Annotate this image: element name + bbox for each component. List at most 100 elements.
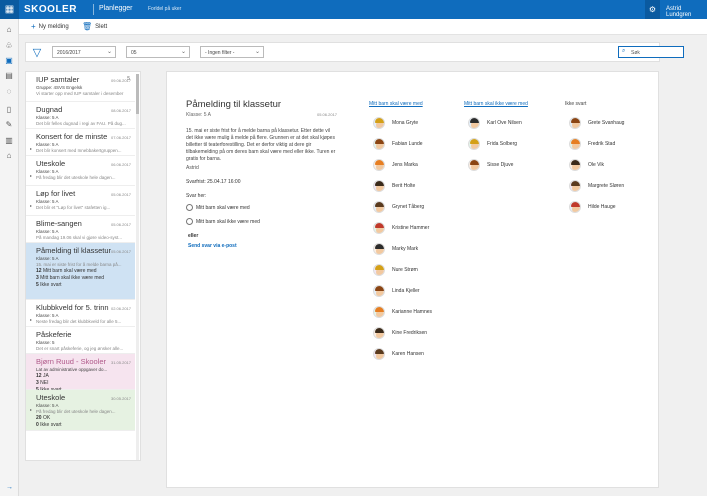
app-launcher-icon[interactable]: ▦ bbox=[0, 0, 19, 19]
filter-bar: ▽ 2016/2017 ⌄ 05 ⌄ - Ingen filter - ⌄ ⌕ … bbox=[25, 42, 684, 62]
book-icon[interactable]: ▯ bbox=[3, 103, 15, 115]
send-email-link[interactable]: Send svar via e-post bbox=[188, 243, 237, 249]
chevron-down-icon: ⌄ bbox=[180, 49, 186, 55]
filter-icon[interactable]: ▽ bbox=[30, 45, 44, 59]
option-no-radio[interactable]: Mitt barn skal ikke være med bbox=[186, 218, 260, 225]
plus-icon: + bbox=[31, 22, 36, 31]
avatar-icon bbox=[569, 117, 581, 129]
radio-circle[interactable] bbox=[186, 204, 193, 211]
expand-arrow-icon[interactable]: ▸ bbox=[30, 407, 32, 412]
reply-here-label: Svar her: bbox=[186, 193, 207, 199]
list-item-preview: Det blir et "Løp for livet" stafetten ig… bbox=[36, 205, 111, 210]
student-name: Hilde Hauge bbox=[588, 204, 616, 210]
calendar-icon[interactable]: ▤ bbox=[3, 69, 15, 81]
trash-icon: 🗑 bbox=[82, 22, 93, 31]
expand-arrow-icon[interactable]: ▸ bbox=[30, 317, 32, 322]
student-name: Fabian Lunde bbox=[392, 141, 423, 147]
student-entry: Kristine Hammer bbox=[373, 222, 429, 234]
student-name: Karen Hansen bbox=[392, 351, 424, 357]
student-entry: Nure Strøm bbox=[373, 264, 418, 276]
list-item-meta: Klasse: 5 A bbox=[36, 256, 59, 261]
avatar-icon bbox=[373, 285, 385, 297]
messages-icon[interactable]: ▣ bbox=[3, 54, 15, 66]
left-nav: ⌂ ♧ ▣ ▤ ◌ ▯ ✎ ▥ ⌂ bbox=[0, 19, 19, 496]
avatar-icon bbox=[373, 201, 385, 213]
chevron-down-icon: ⌄ bbox=[254, 49, 260, 55]
list-item[interactable]: Uteskole 30.05.2017 ▸ Klasse: 5 A På fredag … bbox=[26, 390, 135, 431]
student-entry: Sisse Djuve bbox=[468, 159, 513, 171]
scrollbar[interactable] bbox=[136, 74, 139, 460]
ruler-icon[interactable]: ✎ bbox=[3, 118, 15, 130]
list-item-meta: Klasse: 5 A bbox=[36, 403, 59, 408]
avatar-icon bbox=[569, 180, 581, 192]
list-item-preview: Det blir konsert med Innebbakertgruppen.… bbox=[36, 148, 122, 153]
number-select[interactable]: 05 ⌄ bbox=[126, 46, 190, 58]
new-message-button[interactable]: + Ny melding bbox=[31, 22, 69, 31]
stat-label: NEI bbox=[40, 380, 49, 386]
student-name: Grynet Tåberg bbox=[392, 204, 425, 210]
column-yes-header[interactable]: Mitt barn skal være med bbox=[369, 101, 423, 107]
student-entry: Grynet Tåberg bbox=[373, 201, 424, 213]
stat-count: 3 bbox=[36, 380, 39, 386]
chart-icon[interactable]: ▥ bbox=[3, 134, 15, 146]
list-item[interactable]: Bjørn Ruud - Skooler 31.05.2017 Lat av adm… bbox=[26, 354, 135, 393]
detail-author: Astrid bbox=[186, 165, 199, 171]
expand-arrow-icon[interactable]: ▸ bbox=[30, 173, 32, 178]
list-item-meta: Gruppe: 4SVS Engelsk bbox=[36, 85, 83, 90]
list-item[interactable]: Påskeferie Klasse: 5 Det er snart påskefer… bbox=[26, 327, 135, 354]
student-entry: Grete Svanhaug bbox=[569, 117, 624, 129]
chat-icon[interactable]: ◌ bbox=[3, 85, 15, 97]
school-icon[interactable]: ⌂ bbox=[3, 149, 15, 161]
scrollbar-thumb[interactable] bbox=[136, 74, 139, 114]
option-no-label: Mitt barn skal ikke være med bbox=[196, 218, 260, 225]
tree-icon[interactable]: ♧ bbox=[3, 39, 15, 51]
student-entry: Ole Vik bbox=[569, 159, 604, 171]
search-input[interactable]: ⌕ Søk bbox=[618, 46, 684, 58]
option-yes-radio[interactable]: Mitt barn skal være med bbox=[186, 204, 250, 211]
avatar-icon bbox=[468, 138, 480, 150]
list-item-stat: 12 Mitt barn skal være med bbox=[36, 268, 131, 274]
app-logo[interactable]: SKOOLER bbox=[24, 4, 77, 15]
radio-circle[interactable] bbox=[186, 218, 193, 225]
stat-label: Ikke svart bbox=[40, 422, 62, 428]
detail-date: 05.06.2017 bbox=[317, 112, 338, 117]
detail-deadline: Svarfrist: 25.04.17 16:00 bbox=[186, 179, 241, 185]
list-item[interactable]: IUP samtaler 5 09.06.2017 Gruppe: 4SVS Enge… bbox=[26, 72, 135, 102]
column-none-header: Ikke svart bbox=[565, 101, 587, 107]
student-name: Marky Mark bbox=[392, 246, 419, 252]
list-item[interactable]: Dugnad 08.06.2017 Klasse: 5 A Det blir fell… bbox=[26, 102, 135, 129]
expand-arrow-icon[interactable]: ▸ bbox=[30, 146, 32, 151]
stat-count: 20 bbox=[36, 415, 42, 421]
list-item[interactable]: Uteskole 06.06.2017 ▸ Klasse: 5 A På fredag … bbox=[26, 156, 135, 186]
list-item-date: 30.05.2017 bbox=[110, 396, 131, 401]
list-item-date: 05.06.2017 bbox=[110, 222, 131, 227]
expand-arrow-icon[interactable]: ▸ bbox=[30, 203, 32, 208]
list-item[interactable]: Blime-sangen 05.06.2017 Klasse: 5 A På mand… bbox=[26, 216, 135, 243]
user-name[interactable]: Astrid Lundgren bbox=[666, 6, 707, 18]
logout-icon[interactable]: → bbox=[6, 484, 13, 491]
filter-select[interactable]: - Ingen filter - ⌄ bbox=[200, 46, 264, 58]
home-icon[interactable]: ⌂ bbox=[3, 23, 15, 35]
list-item[interactable]: Konsert for de minste 07.06.2017 ▸ Klasse: … bbox=[26, 129, 135, 156]
filter-select-value: - Ingen filter - bbox=[205, 50, 235, 56]
stat-count: 12 bbox=[36, 268, 42, 274]
list-item-meta: Klasse: 5 bbox=[36, 340, 55, 345]
list-item-date: 05.06.2017 bbox=[110, 249, 131, 254]
avatar-icon bbox=[569, 159, 581, 171]
year-select[interactable]: 2016/2017 ⌄ bbox=[52, 46, 116, 58]
app-name[interactable]: Planlegger bbox=[99, 5, 132, 12]
list-item[interactable]: Løp for livet 05.06.2017 ▸ Klasse: 5 A Det b… bbox=[26, 186, 135, 216]
student-entry: Hilde Hauge bbox=[569, 201, 616, 213]
detail-body: 15. mai er siste frist for å melde barna… bbox=[186, 128, 336, 162]
avatar-icon bbox=[373, 243, 385, 255]
delete-label: Slett bbox=[95, 23, 108, 30]
list-item-date: 02.06.2017 bbox=[110, 306, 131, 311]
delete-button[interactable]: 🗑 Slett bbox=[82, 22, 107, 31]
gear-icon[interactable]: ⚙ bbox=[645, 0, 660, 19]
list-item[interactable]: Påmelding til klassetur 05.06.2017 Klasse:… bbox=[26, 243, 135, 300]
column-no-header[interactable]: Mitt barn skal ikke være med bbox=[464, 101, 528, 107]
list-item[interactable]: Klubbkveld for 5. trinn 02.06.2017 ▸ Klasse… bbox=[26, 300, 135, 327]
avatar-icon bbox=[373, 138, 385, 150]
message-list: IUP samtaler 5 09.06.2017 Gruppe: 4SVS Enge… bbox=[25, 71, 141, 461]
list-item-date: 06.06.2017 bbox=[110, 162, 131, 167]
